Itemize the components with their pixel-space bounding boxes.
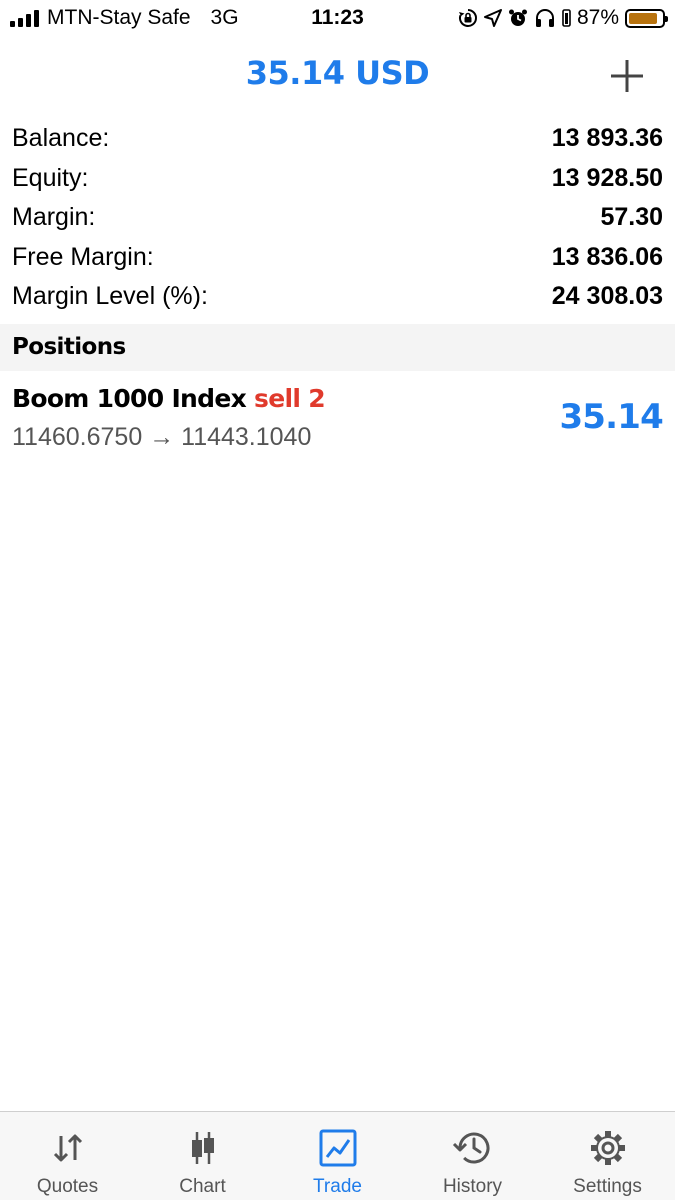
alarm-icon — [508, 9, 527, 26]
summary-value: 13 893.36 — [551, 124, 663, 153]
summary-label: Margin: — [12, 203, 96, 232]
summary-row-margin: Margin: 57.30 — [0, 198, 675, 238]
trade-chart-icon — [319, 1129, 356, 1167]
position-row[interactable]: Boom 1000 Index sell 2 11460.6750 → 1144… — [0, 375, 675, 461]
location-arrow-icon — [483, 9, 502, 27]
add-order-button[interactable] — [607, 56, 647, 96]
tab-label: History — [442, 1176, 503, 1197]
tab-settings[interactable]: Settings — [540, 1112, 675, 1200]
positions-section-header: Positions — [0, 324, 675, 371]
tab-bar: Quotes Chart Trade History Settings — [0, 1111, 675, 1200]
summary-value: 13 928.50 — [551, 163, 663, 192]
battery-level — [629, 12, 657, 24]
tab-history[interactable]: History — [405, 1112, 540, 1200]
tab-label: Quotes — [36, 1176, 99, 1197]
section-title: Positions — [12, 334, 126, 360]
summary-label: Margin Level (%): — [12, 282, 208, 311]
gear-icon — [590, 1131, 625, 1165]
current-price: 11443.1040 — [181, 423, 312, 451]
quotes-arrows-icon — [53, 1134, 82, 1162]
summary-value: 13 836.06 — [551, 242, 663, 271]
summary-label: Equity: — [12, 163, 89, 192]
tab-quotes[interactable]: Quotes — [0, 1112, 135, 1200]
summary-label: Free Margin: — [12, 242, 154, 271]
tab-chart[interactable]: Chart — [135, 1112, 270, 1200]
summary-row-equity: Equity: 13 928.50 — [0, 159, 675, 199]
account-profit-title: 35.14 USD — [245, 54, 430, 92]
battery-charging-icon — [562, 9, 571, 27]
tab-trade[interactable]: Trade — [270, 1112, 405, 1200]
open-price: 11460.6750 — [12, 423, 143, 451]
summary-row-margin-level: Margin Level (%): 24 308.03 — [0, 277, 675, 317]
tab-label: Settings — [573, 1176, 642, 1197]
headphones-icon — [535, 9, 554, 27]
summary-label: Balance: — [12, 124, 110, 153]
history-clock-icon — [452, 1132, 489, 1164]
orientation-lock-icon — [458, 9, 477, 27]
status-right: 87% — [458, 6, 668, 30]
summary-row-free-margin: Free Margin: 13 836.06 — [0, 238, 675, 278]
summary-value: 24 308.03 — [551, 282, 663, 311]
plus-icon — [611, 60, 643, 92]
summary-value: 57.30 — [600, 203, 663, 232]
battery-icon — [625, 8, 668, 28]
position-symbol: Boom 1000 Index — [12, 384, 247, 413]
arrow-right-icon: → — [149, 423, 175, 451]
candlestick-chart-icon — [191, 1132, 214, 1164]
status-bar: MTN-Stay Safe 3G 11:23 87% — [0, 0, 675, 38]
summary-row-balance: Balance: 13 893.36 — [0, 119, 675, 159]
battery-percent: 87% — [576, 6, 619, 29]
position-prices: 11460.6750 → 11443.1040 — [12, 423, 311, 452]
tab-label: Trade — [313, 1176, 362, 1197]
header: 35.14 USD — [0, 40, 675, 110]
position-side: sell 2 — [254, 384, 326, 413]
account-summary: Balance: 13 893.36 Equity: 13 928.50 Mar… — [0, 119, 675, 317]
tab-label: Chart — [179, 1176, 226, 1197]
position-profit: 35.14 — [559, 397, 663, 437]
position-symbol-line: Boom 1000 Index sell 2 — [12, 384, 326, 413]
